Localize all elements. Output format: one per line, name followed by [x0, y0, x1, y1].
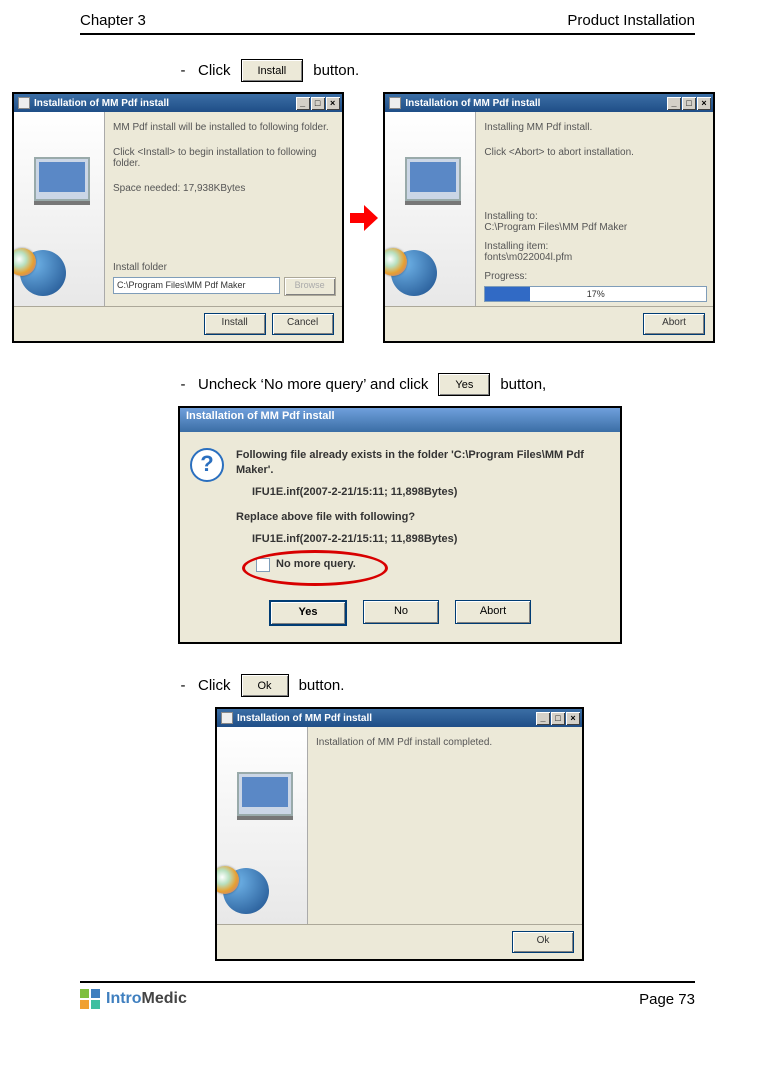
progress-bar: 17% — [484, 286, 707, 302]
maximize-icon[interactable]: □ — [551, 712, 565, 725]
dialog3-title: Installation of MM Pdf install — [180, 408, 620, 432]
yes-button[interactable]: Yes — [269, 600, 347, 626]
step1-before: Click — [198, 62, 231, 79]
step2-after: button, — [500, 376, 546, 393]
no-more-query-checkbox[interactable] — [256, 558, 270, 572]
cancel-button[interactable]: Cancel — [272, 313, 334, 335]
browse-button[interactable]: Browse — [284, 277, 336, 296]
no-more-query-row: No more query. — [256, 557, 386, 572]
inline-ok-button: Ok — [241, 674, 289, 697]
progress-label: Progress: — [484, 271, 707, 282]
logo-text-1: Intro — [106, 990, 142, 1007]
dlg3-file2: IFU1E.inf(2007-2-21/15:11; 11,898Bytes) — [252, 532, 606, 547]
dlg3-file1: IFU1E.inf(2007-2-21/15:11; 11,898Bytes) — [252, 485, 606, 500]
header-chapter: Chapter 3 — [80, 12, 146, 29]
monitor-icon — [34, 157, 90, 201]
install-folder-path[interactable]: C:\Program Files\MM Pdf Maker — [113, 277, 280, 294]
install-window-2: Installation of MM Pdf install _ □ × Ins… — [383, 92, 715, 343]
maximize-icon[interactable]: □ — [311, 97, 325, 110]
instruction-3: - Click Ok button. — [178, 674, 715, 697]
win1-line2: Click <Install> to begin installation to… — [113, 147, 336, 169]
instruction-2: - Uncheck ‘No more query’ and click Yes … — [178, 373, 715, 396]
intromedic-logo: IntroMedic — [80, 989, 187, 1009]
dlg3-line2: Replace above file with following? — [236, 510, 606, 525]
maximize-icon[interactable]: □ — [682, 97, 696, 110]
instruction-1: - Click Install button. — [178, 59, 715, 82]
win4-line1: Installation of MM Pdf install completed… — [316, 737, 576, 748]
close-icon[interactable]: × — [566, 712, 580, 725]
win1-line3: Space needed: 17,938KBytes — [113, 183, 336, 194]
logo-square-icon — [91, 989, 100, 998]
ok-button[interactable]: Ok — [512, 931, 574, 953]
app-icon — [221, 712, 233, 724]
wizard-sidebar-graphic — [217, 727, 308, 924]
title-4: Installation of MM Pdf install — [237, 713, 372, 724]
minimize-icon[interactable]: _ — [667, 97, 681, 110]
logo-square-icon — [91, 1000, 100, 1009]
bullet-dash: - — [178, 677, 188, 694]
install-complete-window: Installation of MM Pdf install _ □ × Ins… — [215, 707, 584, 961]
wizard-sidebar-graphic — [385, 112, 476, 306]
titlebar-2: Installation of MM Pdf install _ □ × — [385, 94, 713, 112]
titlebar-1: Installation of MM Pdf install _ □ × — [14, 94, 342, 112]
minimize-icon[interactable]: _ — [296, 97, 310, 110]
install-folder-label: Install folder — [113, 262, 336, 273]
dlg3-line1: Following file already exists in the fol… — [236, 448, 606, 479]
win2-line1: Installing MM Pdf install. — [484, 122, 707, 133]
install-button[interactable]: Install — [204, 313, 266, 335]
titlebar-4: Installation of MM Pdf install _ □ × — [217, 709, 582, 727]
win2-line2: Click <Abort> to abort installation. — [484, 147, 707, 158]
close-icon[interactable]: × — [326, 97, 340, 110]
app-icon — [389, 97, 401, 109]
inline-install-button: Install — [241, 59, 304, 82]
page-header: Chapter 3 Product Installation — [80, 12, 695, 35]
step3-before: Click — [198, 677, 231, 694]
progress-percent: 17% — [485, 287, 706, 301]
installing-to-label: Installing to: — [484, 211, 707, 222]
logo-square-icon — [80, 1000, 89, 1009]
red-arrow-icon — [350, 205, 378, 231]
replace-file-dialog: Installation of MM Pdf install ? Followi… — [178, 406, 622, 644]
monitor-icon — [405, 157, 461, 201]
no-button[interactable]: No — [363, 600, 439, 624]
abort-button[interactable]: Abort — [455, 600, 531, 624]
logo-square-icon — [80, 989, 89, 998]
installing-item-label: Installing item: — [484, 241, 707, 252]
close-icon[interactable]: × — [697, 97, 711, 110]
minimize-icon[interactable]: _ — [536, 712, 550, 725]
win1-line1: MM Pdf install will be installed to foll… — [113, 122, 336, 133]
no-more-query-label: No more query. — [276, 557, 356, 572]
screenshot-row-1: Installation of MM Pdf install _ □ × MM … — [12, 92, 715, 343]
wizard-sidebar-graphic — [14, 112, 105, 306]
monitor-icon — [237, 772, 293, 816]
page-footer: IntroMedic Page 73 — [80, 981, 695, 1009]
abort-button[interactable]: Abort — [643, 313, 705, 335]
step1-after: button. — [313, 62, 359, 79]
installing-to-path: C:\Program Files\MM Pdf Maker — [484, 222, 707, 233]
page-number: Page 73 — [639, 991, 695, 1008]
install-window-1: Installation of MM Pdf install _ □ × MM … — [12, 92, 344, 343]
step2-before: Uncheck ‘No more query’ and click — [198, 376, 428, 393]
step3-after: button. — [299, 677, 345, 694]
question-icon: ? — [190, 448, 224, 482]
bullet-dash: - — [178, 62, 188, 79]
installing-item: fonts\m022004l.pfm — [484, 252, 707, 263]
header-title: Product Installation — [567, 12, 695, 29]
logo-text-2: Medic — [142, 990, 187, 1007]
inline-yes-button: Yes — [438, 373, 490, 396]
title-1: Installation of MM Pdf install — [34, 98, 169, 109]
app-icon — [18, 97, 30, 109]
bullet-dash: - — [178, 376, 188, 393]
title-2: Installation of MM Pdf install — [405, 98, 540, 109]
